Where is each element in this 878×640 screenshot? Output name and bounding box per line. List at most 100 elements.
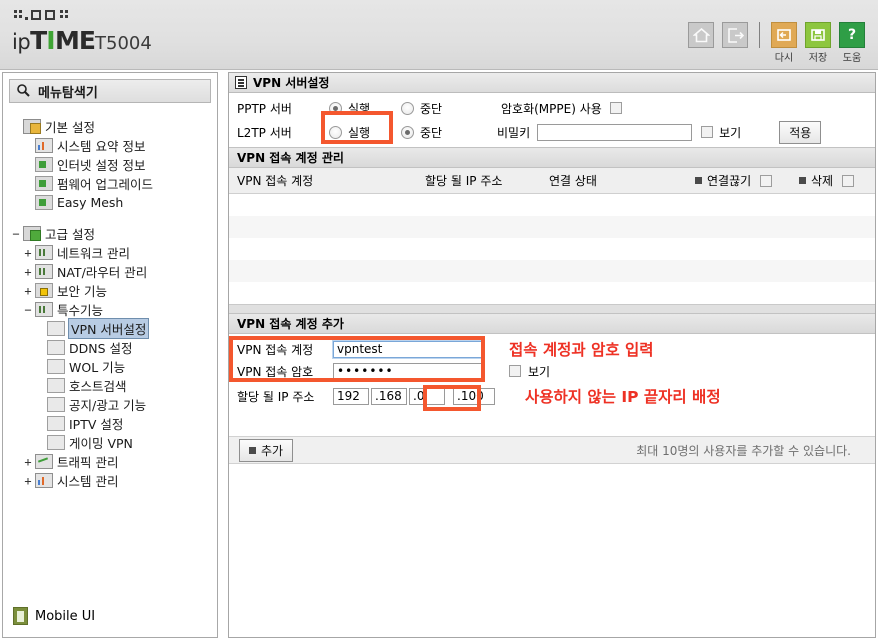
sidebar-item-label: 호스트검색 <box>69 379 127 394</box>
password-show-checkbox[interactable] <box>509 365 521 377</box>
sidebar-item-label: 시스템 관리 <box>57 474 119 489</box>
sidebar-item-5[interactable]: − 고급 설정 <box>7 224 217 243</box>
help-label: 도움 <box>842 53 862 64</box>
brand-ip: ip <box>12 30 31 54</box>
apply-button[interactable]: 적용 <box>779 120 822 144</box>
col-delete-label: 삭제 <box>811 174 834 188</box>
save-icon <box>805 22 831 48</box>
sidebar-item-label: 네트워크 관리 <box>57 246 130 261</box>
sidebar-item-7[interactable]: + NAT/라우터 관리 <box>7 262 217 281</box>
pptp-stop-radio[interactable]: 중단 <box>401 100 497 117</box>
menu-search-icon <box>16 83 30 100</box>
sidebar-item-label: 펌웨어 업그레이드 <box>57 177 153 192</box>
sidebar-item-9[interactable]: − 특수기능 <box>7 300 217 319</box>
sidebar-item-18[interactable]: + 시스템 관리 <box>7 471 217 490</box>
account-add-body: VPN 접속 계정 접속 계정과 암호 입력 VPN 접속 암호 보기 할당 될… <box>229 334 875 411</box>
sidebar-item-label: 보안 기능 <box>57 284 107 299</box>
monitor-icon <box>35 157 53 172</box>
secret-show-checkbox[interactable] <box>701 126 714 138</box>
delete-all-checkbox[interactable] <box>842 174 855 187</box>
l2tp-stop-label: 중단 <box>420 125 443 140</box>
logout-button[interactable] <box>721 22 749 49</box>
password-label: VPN 접속 암호 <box>237 364 314 379</box>
mobile-ui-link[interactable]: Mobile UI <box>13 607 95 625</box>
brand-me: ME <box>55 26 96 55</box>
secret-key-input[interactable] <box>537 123 693 141</box>
sidebar-item-label: 고급 설정 <box>45 227 95 242</box>
sidebar-item-14[interactable]: 공지/광고 기능 <box>7 395 217 414</box>
sidebar-item-12[interactable]: WOL 기능 <box>7 357 217 376</box>
vpn-server-settings: PPTP 서버 실행 중단 암호화(MPPE) 사용 L2TP 서버 실행 중단… <box>229 93 875 144</box>
page-icon <box>47 416 65 431</box>
save-button[interactable]: 저장 <box>804 22 832 64</box>
pptp-label: PPTP 서버 <box>237 101 292 116</box>
account-add-title: VPN 접속 계정 추가 <box>237 317 344 331</box>
expand-icon[interactable]: + <box>21 246 35 260</box>
account-input[interactable] <box>332 339 484 359</box>
expand-icon[interactable]: + <box>21 474 35 488</box>
sidebar-item-3[interactable]: 펌웨어 업그레이드 <box>7 174 217 193</box>
table-row[interactable] <box>229 238 875 260</box>
ip-octet-2[interactable] <box>371 387 407 405</box>
col-disconnect-label: 연결끊기 <box>707 174 752 188</box>
sidebar-item-17[interactable]: + 트래픽 관리 <box>7 452 217 471</box>
sidebar-item-4[interactable]: Easy Mesh <box>7 193 217 212</box>
col-status: 연결 상태 <box>549 174 597 188</box>
password-show-label: 보기 <box>528 364 551 379</box>
l2tp-run-radio[interactable]: 실행 <box>329 124 401 141</box>
sidebar-item-8[interactable]: + 보안 기능 <box>7 281 217 300</box>
ip-octet-4[interactable] <box>453 387 495 405</box>
sidebar-tree: 기본 설정 시스템 요약 정보인터넷 설정 정보펌웨어 업그레이드 Easy Mes… <box>3 103 217 490</box>
account-table-body <box>229 194 875 304</box>
collapse-icon[interactable]: − <box>9 227 23 241</box>
sidebar-item-10[interactable]: VPN 서버설정 <box>7 318 217 339</box>
sidebar-item-16[interactable]: 게이밍 VPN <box>7 433 217 452</box>
table-row[interactable] <box>229 216 875 238</box>
sidebar-item-label: Easy Mesh <box>57 195 124 210</box>
sidebar-item-2[interactable]: 인터넷 설정 정보 <box>7 155 217 174</box>
table-row[interactable] <box>229 282 875 304</box>
brand-title: ipTIMET5004 <box>12 26 152 55</box>
refresh-button[interactable]: 다시 <box>770 22 798 64</box>
pptp-row: PPTP 서버 실행 중단 암호화(MPPE) 사용 <box>229 96 875 120</box>
collapse-icon[interactable]: − <box>21 303 35 317</box>
sidebar-item-11[interactable]: DDNS 설정 <box>7 338 217 357</box>
network-icon <box>35 245 53 260</box>
l2tp-stop-radio[interactable]: 중단 <box>401 124 497 141</box>
sidebar-item-0[interactable]: 기본 설정 <box>7 117 217 136</box>
table-row[interactable] <box>229 260 875 282</box>
sidebar-item-label: NAT/라우터 관리 <box>57 265 148 280</box>
sidebar-header: 메뉴탐색기 <box>9 79 211 103</box>
pptp-run-radio[interactable]: 실행 <box>329 100 401 117</box>
disconnect-all-checkbox[interactable] <box>760 174 773 187</box>
expand-icon[interactable]: + <box>21 455 35 469</box>
sidebar: 메뉴탐색기 기본 설정 시스템 요약 정보인터넷 설정 정보펌웨어 업그레이드 Ea… <box>2 72 218 638</box>
mesh-icon <box>35 195 53 210</box>
ip-octet-3[interactable] <box>409 387 445 405</box>
table-row[interactable] <box>229 194 875 216</box>
home-button[interactable] <box>687 22 715 49</box>
save-label: 저장 <box>808 53 828 64</box>
add-button[interactable]: 추가 <box>239 438 294 462</box>
sidebar-item-label: IPTV 설정 <box>69 417 124 432</box>
sidebar-item-6[interactable]: + 네트워크 관리 <box>7 243 217 262</box>
expand-icon[interactable]: + <box>21 265 35 279</box>
sidebar-item-label: 인터넷 설정 정보 <box>57 158 146 173</box>
l2tp-run-radio-dot <box>329 125 342 139</box>
expand-icon[interactable]: + <box>21 284 35 298</box>
col-account: VPN 접속 계정 <box>237 174 314 188</box>
brand-i-green: I <box>46 26 56 55</box>
help-button[interactable]: ? 도움 <box>838 22 866 64</box>
add-bar: 추가 최대 10명의 사용자를 추가할 수 있습니다. <box>229 436 875 464</box>
mppe-checkbox[interactable] <box>609 102 622 114</box>
col-ip: 할당 될 IP 주소 <box>425 174 503 188</box>
account-row: VPN 접속 계정 접속 계정과 암호 입력 <box>229 338 875 360</box>
sidebar-item-label: WOL 기능 <box>69 360 126 375</box>
ip-label: 할당 될 IP 주소 <box>237 389 315 404</box>
sidebar-item-15[interactable]: IPTV 설정 <box>7 414 217 433</box>
sidebar-item-1[interactable]: 시스템 요약 정보 <box>7 136 217 155</box>
ip-octet-1[interactable] <box>333 387 369 405</box>
sidebar-item-13[interactable]: 호스트검색 <box>7 376 217 395</box>
password-input[interactable] <box>333 362 483 380</box>
system-icon <box>35 473 53 488</box>
